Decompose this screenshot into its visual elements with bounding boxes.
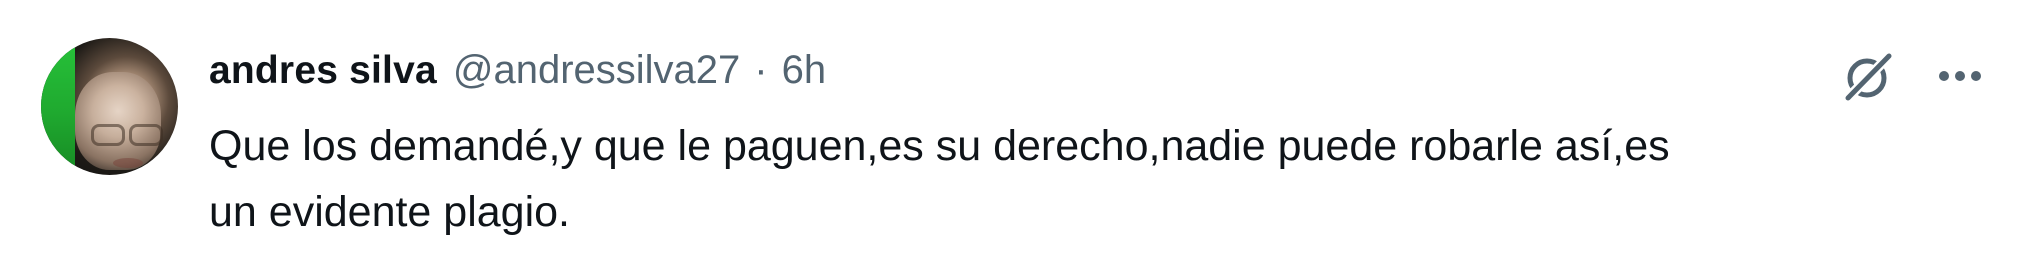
header-separator: ·: [754, 48, 768, 92]
avatar-glasses: [91, 124, 165, 146]
tweet-header: andres silva @andressilva27 · 6h: [209, 48, 826, 98]
author-display-name[interactable]: andres silva: [209, 49, 437, 93]
avatar-face: [75, 72, 161, 170]
avatar-green-background: [41, 38, 75, 175]
grok-icon: [1843, 51, 1894, 103]
grok-button[interactable]: [1838, 46, 1898, 106]
avatar[interactable]: [41, 38, 178, 175]
tweet-text: Que los demandé,y que le paguen,es su de…: [209, 122, 1670, 236]
more-button[interactable]: [1930, 46, 1990, 106]
avatar-mouth: [113, 158, 143, 168]
tweet-timestamp[interactable]: 6h: [782, 48, 827, 93]
author-handle[interactable]: @andressilva27: [453, 48, 740, 93]
more-icon: [1939, 71, 1981, 81]
tweet-card[interactable]: andres silva @andressilva27 · 6h Que los…: [0, 0, 2035, 276]
